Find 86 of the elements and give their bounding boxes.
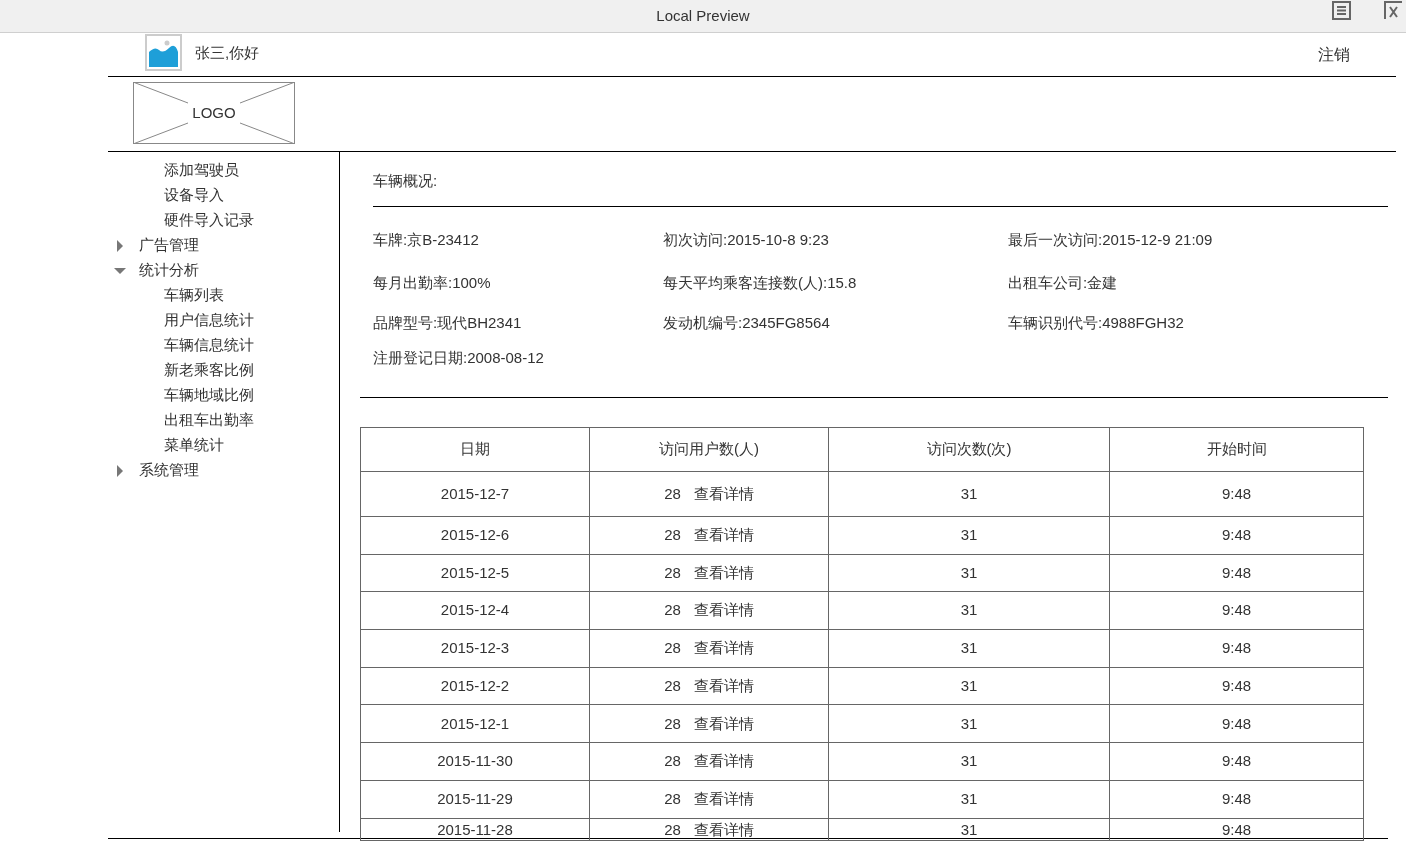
info-text: 最后一次访问:2015-12-9 21:09 [1008,230,1214,250]
table-cell: 31 [828,472,1109,516]
table-cell: 9:48 [1109,705,1363,743]
details-link[interactable]: 查看详情 [693,637,754,660]
menu-group[interactable]: 系统管理 [139,459,199,482]
menu-item[interactable]: 车辆列表 [164,284,224,307]
user-count: 28 [664,562,681,583]
menu-item[interactable]: 添加驾驶员 [164,159,239,182]
user-count: 28 [664,483,681,504]
info-text: 每月出勤率:100% [373,273,492,293]
user-count: 28 [664,788,681,809]
details-link[interactable]: 查看详情 [693,712,754,736]
menu-group[interactable]: 统计分析 [139,259,199,282]
menu-item[interactable]: 硬件导入记录 [164,209,254,232]
menu-item[interactable]: 车辆信息统计 [164,334,254,357]
table-cell: 9:48 [1109,592,1363,630]
info-text: 注册登记日期:2008-08-12 [373,348,545,368]
info-text: 出租车公司:金建 [1008,273,1119,293]
column-header: 访问次数(次) [828,428,1109,471]
details-link[interactable]: 查看详情 [693,750,754,773]
menu-item[interactable]: 菜单统计 [164,434,224,457]
menu-item[interactable]: 新老乘客比例 [164,359,254,382]
user-count: 28 [664,713,681,734]
table-cell-text: 2015-12-4 [439,600,511,621]
menu-group[interactable]: 广告管理 [139,234,199,257]
logout-link[interactable]: 注销 [1318,43,1350,67]
details-link[interactable]: 查看详情 [693,524,754,547]
user-count: 28 [664,638,681,659]
info-text: 初次访问:2015-10-8 9:23 [663,230,830,250]
table-cell: 31 [828,630,1109,667]
table-cell: 9:48 [1109,743,1363,780]
details-link[interactable]: 查看详情 [693,561,754,585]
details-link[interactable]: 查看详情 [693,787,754,811]
table-cell: 31 [828,818,1109,840]
table-cell: 9:48 [1109,554,1363,592]
section-title: 车辆概况: [373,170,438,191]
table-cell-text: 2015-11-30 [436,751,514,772]
column-header: 日期 [459,439,491,460]
table-cell-text: 2015-12-5 [439,562,511,583]
user-count: 28 [664,600,681,621]
table-cell: 31 [828,667,1109,705]
table-cell: 9:48 [1109,667,1363,705]
table-cell-text: 2015-11-28 [436,820,514,840]
table-cell: 31 [828,743,1109,780]
table-cell: 9:48 [1109,472,1363,516]
table-cell-text: 2015-12-3 [439,638,511,659]
column-header: 访问用户数(人) [589,428,828,471]
menu-item[interactable]: 设备导入 [164,184,224,207]
table-cell: 31 [828,554,1109,592]
menu-item[interactable]: 车辆地域比例 [164,384,254,407]
details-link[interactable]: 查看详情 [693,482,754,506]
user-count: 28 [664,820,681,840]
table-cell: 31 [828,517,1109,554]
formula-icon[interactable] [1383,1,1403,20]
info-text: 车辆识别代号:4988FGH32 [1008,313,1185,333]
window-title: Local Preview [656,5,750,26]
table-cell: 9:48 [1109,780,1363,818]
document-icon[interactable] [1332,1,1351,20]
user-count: 28 [664,675,681,696]
table-cell-text: 2015-12-7 [439,483,511,504]
menu-item[interactable]: 出租车出勤率 [164,409,254,432]
table-cell: 9:48 [1109,818,1363,840]
table-cell: 9:48 [1109,630,1363,667]
table-cell-text: 2015-11-29 [436,788,514,809]
info-text: 品牌型号:现代BH2341 [373,313,523,333]
details-link[interactable]: 查看详情 [693,674,754,698]
table-cell: 31 [828,780,1109,818]
info-text: 车牌:京B-23412 [373,230,480,250]
table-cell: 31 [828,592,1109,630]
logo-text: LOGO [192,102,236,123]
table-cell: 31 [828,705,1109,743]
user-count: 28 [664,525,681,546]
info-text: 每天平均乘客连接数(人):15.8 [663,273,858,293]
details-link[interactable]: 查看详情 [693,819,754,840]
user-count: 28 [664,751,681,772]
greeting-text: 张三,你好 [195,43,260,63]
menu-item[interactable]: 用户信息统计 [164,309,254,332]
caret-right-icon[interactable] [114,239,126,252]
details-link[interactable]: 查看详情 [693,599,754,622]
column-header: 开始时间 [1109,428,1363,471]
table-cell-text: 2015-12-6 [439,525,511,546]
info-text: 发动机编号:2345FG8564 [663,313,831,333]
caret-right-icon[interactable] [114,464,126,477]
table-cell-text: 2015-12-1 [439,713,511,734]
table-cell-text: 2015-12-2 [439,675,511,696]
table-cell: 9:48 [1109,517,1363,554]
